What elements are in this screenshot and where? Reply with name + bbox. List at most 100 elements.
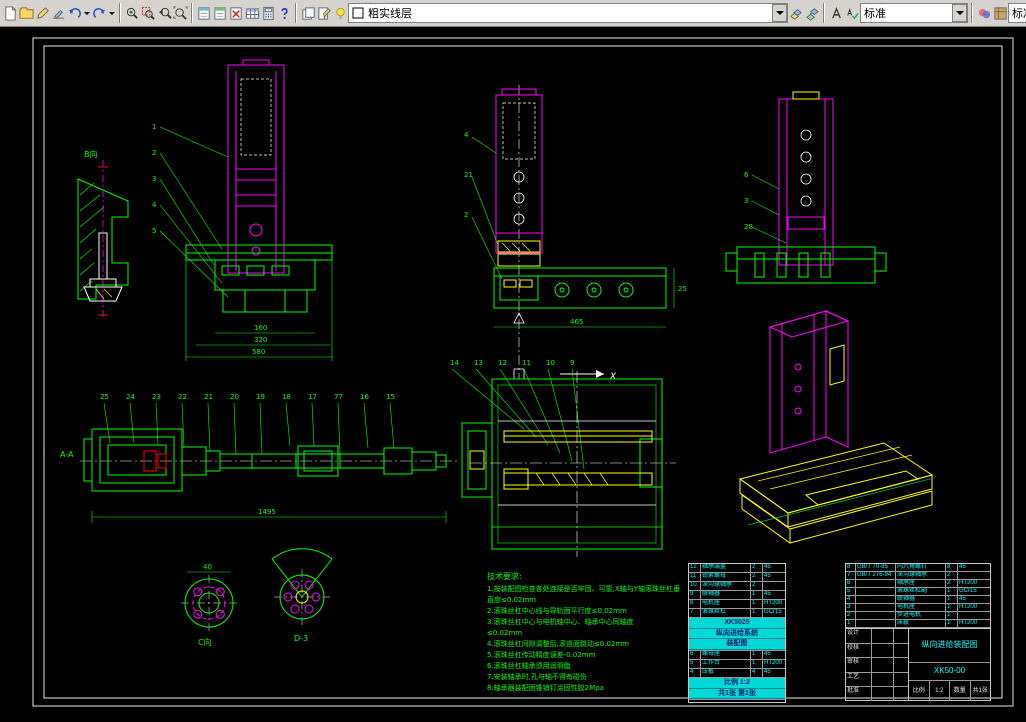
sheet-set-button[interactable]	[196, 2, 212, 24]
bom-rows: 8 GB/T 70-85 内六角螺钉 8 45 7 GB/T 276-94 深沟…	[846, 564, 990, 628]
table-button[interactable]	[244, 2, 260, 24]
part-name: 联轴器	[701, 591, 751, 599]
date-cell	[894, 673, 908, 687]
layer-dropdown-arrow[interactable]	[772, 4, 787, 22]
highlight-line: 装配图	[689, 639, 785, 651]
part-name: 深沟球轴承	[896, 572, 946, 579]
layer-translate-icon	[805, 7, 819, 21]
part-code	[856, 580, 896, 587]
part-code	[856, 604, 896, 611]
shaft-callouts: 25 24 23 22 21 20 19 18 17 77 16 15	[100, 393, 395, 401]
parts-list-left: 12 轴承端盖 2 45 11 锁紧螺母 2 45 10 深沟球轴承 2 9 联…	[688, 563, 786, 703]
table-row: 5 滚珠丝杠副 1 GCr15	[846, 588, 990, 596]
view-isometric	[738, 310, 934, 544]
svg-text:6.滚珠丝杠轴承须用润滑脂: 6.滚珠丝杠轴承须用润滑脂	[487, 661, 571, 670]
calculator-button[interactable]	[260, 2, 276, 24]
text-style-button[interactable]	[828, 2, 844, 24]
svg-text:3: 3	[744, 197, 748, 205]
materials-button[interactable]	[992, 2, 1008, 24]
pencil-button[interactable]	[34, 2, 50, 24]
help-button[interactable]	[276, 2, 292, 24]
part-no: 6	[846, 580, 856, 587]
brush-button[interactable]	[50, 2, 66, 24]
zoom-realtime-button[interactable]	[124, 2, 140, 24]
dim-label: 465	[570, 318, 583, 326]
view-center: 4212 25 465 X	[464, 85, 687, 382]
chevron-down-icon	[955, 11, 964, 15]
toolbar-separator	[823, 3, 825, 23]
table-row: 8 电机座 1 HT200	[689, 600, 785, 609]
part-code	[856, 612, 896, 619]
view-section-b: B向	[77, 149, 129, 319]
svg-text:4.滚珠丝杠间隙调整后,滚道面跳动≤0.02mm: 4.滚珠丝杠间隙调整后,滚道面跳动≤0.02mm	[487, 639, 629, 648]
style-dropdown-arrow[interactable]	[952, 4, 967, 22]
highlight-line: 比例 1:2	[689, 678, 785, 689]
field-check: 校核	[846, 643, 872, 658]
layer-dropdown-value: 粗实线层	[368, 8, 412, 20]
help-icon	[280, 7, 288, 19]
toolbar-separator	[971, 3, 973, 23]
spell-check-button[interactable]	[844, 2, 860, 24]
style-dropdown[interactable]: 标准	[860, 3, 968, 23]
part-material: 45	[764, 669, 771, 676]
sign-cell	[872, 629, 894, 643]
table-row: 6 螺母座 1 45	[689, 651, 785, 661]
clipped-style-dropdown[interactable]: 标准	[1008, 3, 1026, 23]
zoom-window-button[interactable]	[140, 2, 156, 24]
chevron-down-icon	[108, 11, 115, 15]
sheet-edit-icon	[317, 6, 331, 20]
part-material: 45	[959, 564, 966, 570]
redo-dropdown-arrow[interactable]	[107, 2, 116, 24]
part-no: 8	[846, 564, 856, 571]
part-material: 45	[764, 651, 771, 658]
svg-text:22: 22	[178, 393, 187, 401]
render-icon	[978, 8, 990, 18]
sheet-edit-button[interactable]	[316, 2, 332, 24]
part-code	[856, 588, 896, 595]
drawing-title: 纵向进给装配图	[909, 629, 990, 663]
svg-text:7.安装轴承时,孔与轴不得有碰伤: 7.安装轴承时,孔与轴不得有碰伤	[487, 672, 587, 681]
sheet-stack-icon	[301, 6, 315, 20]
svg-text:13: 13	[474, 359, 483, 367]
svg-text:16: 16	[360, 393, 369, 401]
svg-text:3: 3	[152, 175, 156, 183]
layer-translate-button[interactable]	[804, 2, 820, 24]
markup-button[interactable]	[212, 2, 228, 24]
make-object-layer-button[interactable]	[788, 2, 804, 24]
zoom-window-icon	[141, 6, 155, 20]
table-row: 7 滚珠丝杠 1 GCr15	[689, 609, 785, 618]
svg-text:2: 2	[152, 149, 156, 157]
drawing-canvas[interactable]: B向 1 2 3 4 5 160 320 580 4 21 2 25 465 X…	[0, 27, 1026, 722]
redo-button[interactable]	[91, 2, 107, 24]
notes-title: 技术要求:	[487, 571, 522, 581]
field-design: 设计	[846, 629, 872, 643]
open-file-button[interactable]	[18, 2, 34, 24]
zoom-previous-button[interactable]	[156, 2, 172, 24]
part-qty: 1	[751, 591, 763, 599]
new-file-button[interactable]	[2, 2, 18, 24]
sheet-stack-button[interactable]	[300, 2, 316, 24]
part-qty: 1	[946, 612, 958, 619]
render-button[interactable]	[976, 2, 992, 24]
part-name: 轴承端盖	[701, 564, 751, 572]
part-qty: 2	[751, 564, 763, 572]
bulb-button[interactable]	[332, 2, 348, 24]
undo-button[interactable]	[66, 2, 82, 24]
zoom-extents-button[interactable]	[172, 2, 188, 24]
axis-x-label: X	[609, 372, 617, 382]
part-qty: 1	[946, 596, 958, 603]
part-no: 2	[846, 612, 856, 619]
plot-button[interactable]	[228, 2, 244, 24]
highlight-line: 共1张 第1张	[689, 688, 785, 700]
svg-text:5: 5	[152, 227, 156, 235]
title-block-bottom: 设计 校核 审核 工艺 批准 纵向进给装配图 XK50-00 比例 1:2 数量…	[846, 628, 990, 701]
layer-dropdown[interactable]: 粗实线层	[348, 3, 788, 23]
chevron-down-icon	[83, 11, 90, 15]
field-approve: 批准	[846, 687, 872, 701]
svg-text:21: 21	[204, 393, 213, 401]
sheet-label: 共1张	[972, 687, 988, 694]
part-name: 滚珠丝杠副	[896, 588, 946, 595]
undo-dropdown-arrow[interactable]	[82, 2, 91, 24]
clipped-style-dropdown-value: 标准	[1012, 8, 1026, 20]
svg-text:23: 23	[152, 393, 161, 401]
